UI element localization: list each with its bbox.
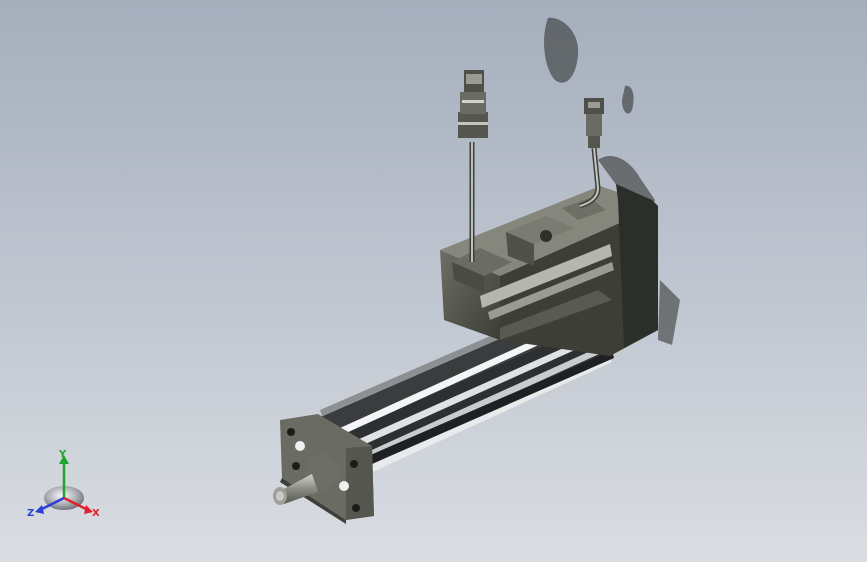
graphics-viewport[interactable]: Y X Z — [0, 0, 867, 562]
x-axis-label: X — [92, 508, 100, 519]
actuator-model[interactable] — [0, 0, 867, 562]
z-axis-label: Z — [27, 508, 34, 519]
coordinate-triad: Y X Z — [26, 448, 104, 522]
y-axis-label: Y — [58, 449, 67, 460]
